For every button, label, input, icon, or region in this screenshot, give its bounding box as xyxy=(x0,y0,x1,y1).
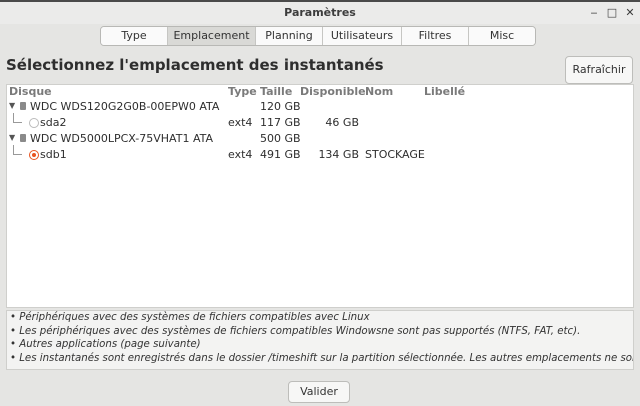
collapse-icon[interactable]: ▼ xyxy=(9,133,15,142)
tab-misc[interactable]: Misc xyxy=(469,27,535,45)
disk-icon xyxy=(20,134,26,142)
collapse-icon[interactable]: ▼ xyxy=(9,101,15,110)
note-line: • Les périphériques avec des systèmes de… xyxy=(10,325,581,337)
size-cell: 491 GB xyxy=(260,148,301,161)
partition-name: sda2 xyxy=(40,116,67,129)
partition-radio-sdb1[interactable] xyxy=(29,150,39,160)
close-icon[interactable]: ✕ xyxy=(622,5,638,21)
tab-planning[interactable]: Planning xyxy=(256,27,323,45)
disk-table: Disque Type Taille Disponible Nom Libell… xyxy=(6,84,634,308)
disk-name: WDC WDS120G2G0B-00EPW0 ATA xyxy=(30,100,220,113)
note-line: • Périphériques avec des systèmes de fic… xyxy=(10,312,370,323)
size-cell: 120 GB xyxy=(260,100,301,113)
size-cell: 500 GB xyxy=(260,132,301,145)
tree-connector xyxy=(13,145,22,155)
type-cell: ext4 xyxy=(228,148,253,161)
tab-emplacement[interactable]: Emplacement xyxy=(168,27,256,45)
column-header-size[interactable]: Taille xyxy=(260,85,292,98)
column-header-available[interactable]: Disponible xyxy=(300,85,366,98)
column-header-disk[interactable]: Disque xyxy=(9,85,52,98)
info-notes: • Périphériques avec des systèmes de fic… xyxy=(6,310,634,370)
maximize-icon[interactable]: □ xyxy=(604,5,620,21)
disk-name: WDC WD5000LPCX-75VHAT1 ATA xyxy=(30,132,214,145)
available-cell: 134 GB xyxy=(318,148,359,161)
partition-name: sdb1 xyxy=(40,148,67,161)
tab-bar: Type Emplacement Planning Utilisateurs F… xyxy=(100,26,536,46)
name-cell: STOCKAGE xyxy=(365,148,425,161)
column-header-label[interactable]: Libellé xyxy=(424,85,465,98)
note-line: • Autres applications (page suivante) xyxy=(10,339,201,350)
validate-button[interactable]: Valider xyxy=(288,381,350,403)
tree-connector xyxy=(13,113,22,123)
tab-filtres[interactable]: Filtres xyxy=(402,27,469,45)
partition-radio-sda2[interactable] xyxy=(29,118,39,128)
available-cell: 46 GB xyxy=(325,116,359,129)
disk-icon xyxy=(20,102,26,110)
page-title: Sélectionnez l'emplacement des instantan… xyxy=(6,56,384,74)
refresh-button[interactable]: Rafraîchir xyxy=(565,56,633,84)
table-row[interactable]: sda2 ext4 117 GB 46 GB xyxy=(7,113,633,131)
title-bar: Paramètres ‒ □ ✕ xyxy=(0,2,640,24)
table-row[interactable]: sdb1 ext4 491 GB 134 GB STOCKAGE xyxy=(7,145,633,163)
table-row[interactable]: ▼ WDC WD5000LPCX-75VHAT1 ATA 500 GB xyxy=(7,131,633,147)
tab-utilisateurs[interactable]: Utilisateurs xyxy=(323,27,402,45)
minimize-icon[interactable]: ‒ xyxy=(586,5,602,21)
table-row[interactable]: ▼ WDC WDS120G2G0B-00EPW0 ATA 120 GB xyxy=(7,99,633,115)
type-cell: ext4 xyxy=(228,116,253,129)
column-header-type[interactable]: Type xyxy=(228,85,257,98)
note-line: • Les instantanés sont enregistrés dans … xyxy=(10,352,634,364)
size-cell: 117 GB xyxy=(260,116,301,129)
tab-type[interactable]: Type xyxy=(101,27,168,45)
column-header-name[interactable]: Nom xyxy=(365,85,393,98)
window-title: Paramètres xyxy=(284,6,356,19)
